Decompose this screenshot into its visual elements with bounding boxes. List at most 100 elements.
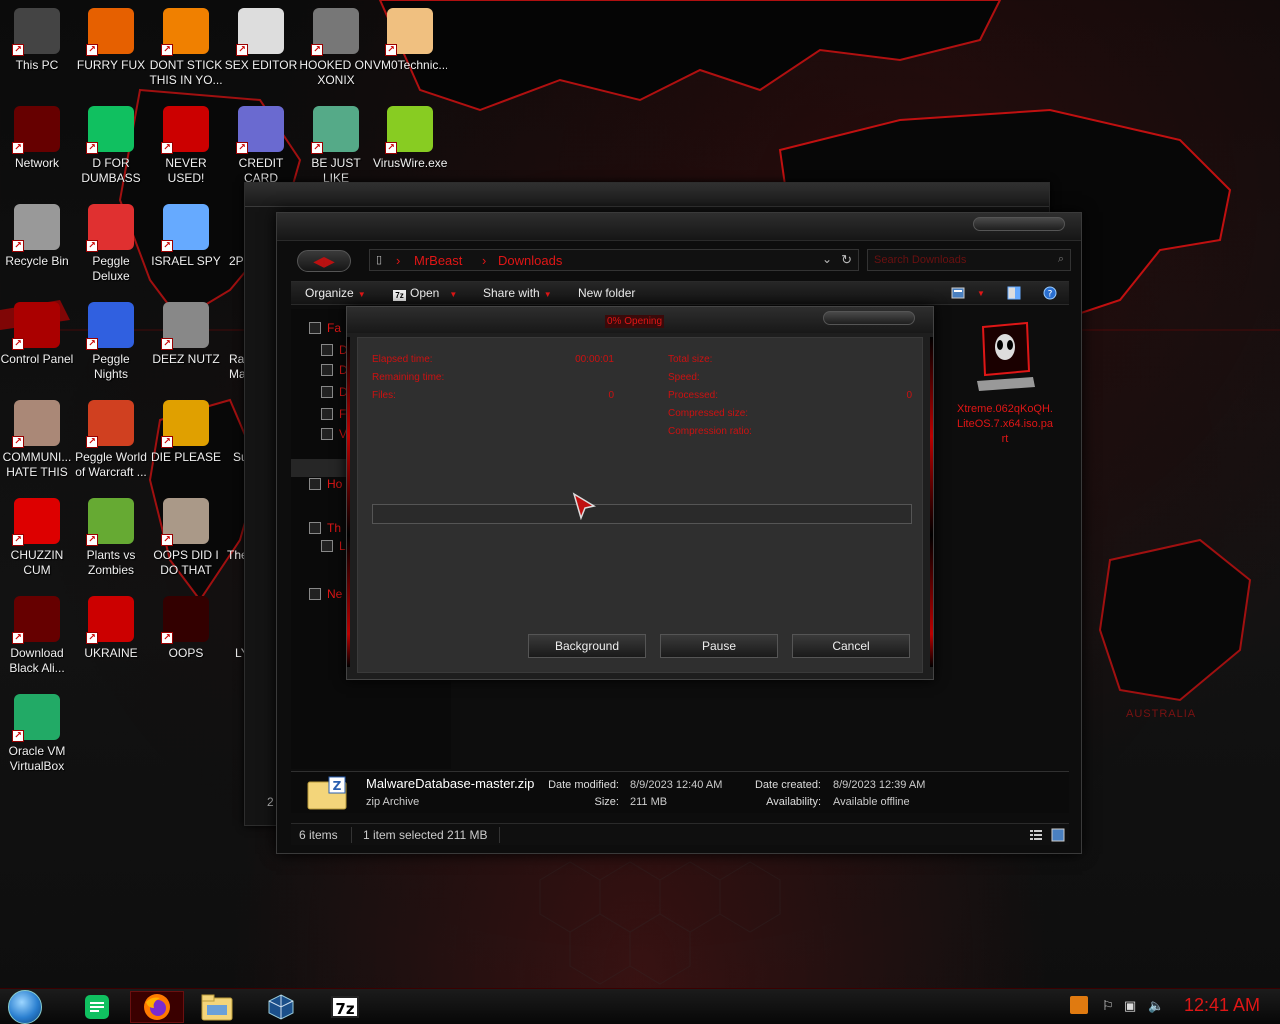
desktop-icon-label: DEEZ NUTZ xyxy=(152,352,220,366)
organize-button[interactable]: Organize ▼ xyxy=(305,286,366,300)
desktop-icon-item[interactable]: ↗ Oracle VM VirtualBox xyxy=(0,690,74,774)
nav-item-videos[interactable]: V xyxy=(321,427,347,441)
taskbar-firefox-app[interactable] xyxy=(130,991,184,1023)
desktop-icon-item[interactable]: ↗ SEX EDITOR xyxy=(224,4,298,73)
desktop-icon-item[interactable]: ↗CREDIT CARD CHECKER xyxy=(224,102,298,186)
desktop-icon-item[interactable]: ↗ Download Black Ali... xyxy=(0,592,74,676)
drive-icon xyxy=(321,540,333,552)
folder-icon xyxy=(321,408,333,420)
dialog-window-controls[interactable] xyxy=(823,311,915,325)
pause-button[interactable]: Pause xyxy=(660,634,778,658)
desktop-icon-item[interactable]: ↗ Network xyxy=(0,102,74,171)
preview-pane-icon[interactable] xyxy=(1007,286,1021,300)
desktop-icon xyxy=(321,344,333,356)
desktop-icon-item[interactable]: ↗ Peggle Nights Deluxe xyxy=(74,298,148,382)
shortcut-arrow-icon: ↗ xyxy=(86,142,98,154)
back-forward-buttons[interactable]: ◀▶ xyxy=(297,250,351,272)
nav-item-folder[interactable]: F xyxy=(321,407,346,421)
open-button[interactable]: 7z Open ▼ xyxy=(393,286,457,301)
desktop-icon-item[interactable]: ↗ COMMUNI... HATE THIS ... xyxy=(0,396,74,480)
shortcut-arrow-icon: ↗ xyxy=(86,632,98,644)
processed-label: Processed: xyxy=(668,390,719,401)
breadcrumb-downloads[interactable]: Downloads xyxy=(498,253,562,268)
shortcut-arrow-icon: ↗ xyxy=(86,436,98,448)
taskbar-clock[interactable]: 12:41 AM xyxy=(1184,995,1260,1016)
desktop-icon-item[interactable]: ↗ DONT STICK THIS IN YO... xyxy=(149,4,223,88)
volume-icon[interactable]: 🔈 xyxy=(1148,998,1164,1014)
taskbar-7zip-app[interactable]: 7z xyxy=(318,991,372,1023)
nav-item-this-pc[interactable]: Th xyxy=(309,521,341,535)
desktop-icon-item[interactable]: ↗ ISRAEL SPY xyxy=(149,200,223,269)
videos-icon xyxy=(321,428,333,440)
desktop-icon-label: NEVER USED! xyxy=(165,156,207,185)
address-bar[interactable]: ▯ › MrBeast › Downloads ⌄ ↻ xyxy=(369,249,859,271)
desktop-icon-item[interactable]: ↗ Peggle Deluxe xyxy=(74,200,148,284)
file-item-iso-part[interactable]: Xtreme.062qKoQH.LiteOS.7.x64.iso.part xyxy=(957,321,1053,447)
desktop-icon-item[interactable]: ↗ HOOKED ON XONIX xyxy=(299,4,373,88)
desktop-icon-item[interactable]: ↗ D FOR DUMBASS xyxy=(74,102,148,186)
nav-item-downloads[interactable]: D xyxy=(321,363,348,377)
cancel-button[interactable]: Cancel xyxy=(792,634,910,658)
large-icons-view-icon[interactable] xyxy=(1051,828,1065,842)
svg-text:Z: Z xyxy=(333,779,342,793)
desktop-icon-item[interactable]: ↗ DIE PLEASE xyxy=(149,396,223,465)
desktop-icon-item[interactable]: ↗ UKRAINE xyxy=(74,592,148,661)
desktop-icon-item[interactable]: ↗ Peggle World of Warcraft ... xyxy=(74,396,148,480)
dialog-titlebar[interactable]: 0% Opening xyxy=(347,307,933,333)
breadcrumb-mrbeast[interactable]: MrBeast xyxy=(414,253,462,268)
help-icon[interactable]: ? xyxy=(1043,286,1057,300)
documents-icon xyxy=(321,386,333,398)
nav-item-local-disk[interactable]: L xyxy=(321,539,346,553)
desktop-icon-item[interactable]: ↗ VM0Technic... xyxy=(373,4,447,73)
taskbar-virtualbox-app[interactable] xyxy=(254,991,308,1023)
hxd-icon: ↗ xyxy=(236,8,284,56)
search-icon[interactable]: ⌕ xyxy=(1058,253,1064,266)
tray-app-icon[interactable] xyxy=(1070,996,1088,1014)
details-view-icon[interactable] xyxy=(1029,828,1043,842)
desktop-icon-item[interactable]: ↗ OOPS DID I DO THAT xyxy=(149,494,223,578)
background-window-titlebar[interactable] xyxy=(245,183,1049,207)
speed-label: Speed: xyxy=(668,372,700,383)
nav-item-desktop[interactable]: D xyxy=(321,343,348,357)
breadcrumb-separator: › xyxy=(396,253,401,268)
downloads-icon xyxy=(321,364,333,376)
virtualbox-icon xyxy=(268,994,294,1020)
firefox-icon: ↗ xyxy=(86,8,134,56)
nav-item-favorites[interactable]: Fa xyxy=(309,321,341,335)
taskbar-notes-app[interactable] xyxy=(70,991,124,1023)
change-view-icon[interactable] xyxy=(951,286,965,300)
action-center-flag-icon[interactable]: ⚐ xyxy=(1102,998,1114,1014)
desktop-icon-item[interactable]: ↗ NEVER USED! xyxy=(149,102,223,186)
refresh-icon[interactable]: ↻ xyxy=(841,252,852,268)
background-button[interactable]: Background xyxy=(528,634,646,658)
desktop-icon-item[interactable]: ↗ DEEZ NUTZ xyxy=(149,298,223,367)
desktop-icon-item[interactable]: ↗ VirusWire.exe xyxy=(373,102,447,171)
start-button[interactable] xyxy=(8,990,42,1024)
address-dropdown-icon[interactable]: ⌄ xyxy=(822,252,832,266)
window-controls[interactable] xyxy=(973,217,1065,231)
shortcut-arrow-icon: ↗ xyxy=(311,142,323,154)
taskbar-file-explorer-app[interactable] xyxy=(190,991,244,1023)
extraction-progress-dialog[interactable]: 0% Opening Elapsed time: 00:00:01 Remain… xyxy=(346,306,934,680)
share-with-button[interactable]: Share with ▼ xyxy=(483,286,552,300)
desktop-icon-item[interactable]: ↗ Control Panel xyxy=(0,298,74,367)
desktop-icon-item[interactable]: ↗ Plants vs Zombies xyxy=(74,494,148,578)
organize-label: Organize xyxy=(305,286,354,300)
view-options-chevron-icon[interactable]: ▼ xyxy=(977,289,985,298)
desktop-icon-item[interactable]: ↗ This PC xyxy=(0,4,74,73)
nav-item-homegroup[interactable]: Ho xyxy=(309,477,342,491)
desktop-icon-item[interactable]: ↗BE JUST LIKE THE DUDE! xyxy=(299,102,373,186)
new-folder-button[interactable]: New folder xyxy=(578,286,635,300)
nav-item-network[interactable]: Ne xyxy=(309,587,342,601)
explorer-titlebar[interactable] xyxy=(277,213,1081,241)
search-input[interactable] xyxy=(868,250,1038,270)
network-tray-icon[interactable]: ▣ xyxy=(1124,998,1136,1014)
desktop-icon-item[interactable]: ↗ FURRY FUX xyxy=(74,4,148,73)
search-box[interactable]: ⌕ xyxy=(867,249,1071,271)
desktop-icon-item[interactable]: ↗ Recycle Bin xyxy=(0,200,74,269)
nav-item-documents[interactable]: D xyxy=(321,385,348,399)
desktop-icon-item[interactable]: ↗ CHUZZIN CUM xyxy=(0,494,74,578)
desktop-icon-item[interactable]: ↗ OOPS xyxy=(149,592,223,661)
details-file-name: MalwareDatabase-master.zip xyxy=(366,776,535,791)
remaining-time-label: Remaining time: xyxy=(372,372,445,383)
